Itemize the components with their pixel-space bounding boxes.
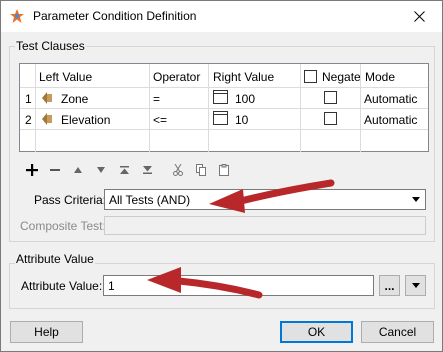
move-top-button[interactable] (115, 161, 133, 179)
attribute-value-label: Attribute Value: (21, 279, 103, 293)
move-up-button[interactable] (69, 161, 87, 179)
attribute-value-browse-button[interactable]: ... (379, 275, 400, 296)
pass-criteria-label: Pass Criteria: (34, 193, 107, 207)
column-header-negate[interactable]: Negate (322, 70, 361, 84)
text-editor-icon[interactable] (213, 90, 228, 104)
negate-all-checkbox[interactable] (304, 70, 317, 83)
composite-test-label: Composite Test: (20, 219, 106, 233)
ellipsis-label: ... (384, 278, 395, 293)
attribute-icon (42, 92, 52, 104)
pass-criteria-value: All Tests (AND) (109, 193, 191, 207)
cut-button[interactable] (169, 161, 187, 179)
chevron-down-icon (412, 197, 420, 202)
move-bottom-button[interactable] (138, 161, 156, 179)
column-header-mode[interactable]: Mode (365, 70, 395, 84)
attribute-value-text: 1 (108, 279, 115, 293)
right-value[interactable]: 10 (235, 113, 248, 127)
annotation-arrow-attribute-value (147, 267, 263, 299)
move-down-icon (97, 167, 105, 173)
negate-checkbox[interactable] (324, 91, 337, 104)
row-number: 1 (25, 92, 32, 106)
move-down-button[interactable] (92, 161, 110, 179)
clauses-table: Left Value Operator Right Value Negate M… (19, 63, 429, 152)
test-clauses-label: Test Clauses (15, 39, 86, 53)
row-number: 2 (25, 113, 32, 127)
operator[interactable]: <= (153, 113, 167, 127)
help-button[interactable]: Help (10, 321, 83, 343)
attribute-icon (42, 113, 52, 125)
chevron-down-icon (411, 283, 420, 288)
ok-button[interactable]: OK (280, 321, 353, 343)
annotation-arrow-pass-criteria (209, 179, 335, 213)
attribute-value-menu-button[interactable] (405, 275, 426, 296)
remove-icon (50, 169, 60, 171)
close-icon (414, 10, 425, 22)
add-icon (26, 164, 38, 176)
negate-checkbox[interactable] (324, 112, 337, 125)
column-header-right-value[interactable]: Right Value (213, 70, 274, 84)
composite-test-field (104, 216, 426, 235)
attribute-value-group-label: Attribute Value (15, 252, 95, 266)
remove-button[interactable] (46, 161, 64, 179)
dialog-window: Parameter Condition Definition Test Clau… (0, 0, 443, 352)
text-editor-icon[interactable] (213, 111, 228, 125)
app-icon (10, 9, 24, 23)
column-header-left-value[interactable]: Left Value (39, 70, 92, 84)
operator[interactable]: = (153, 92, 160, 106)
help-button-label: Help (34, 325, 59, 339)
window-title: Parameter Condition Definition (33, 9, 197, 23)
move-top-icon (119, 166, 129, 174)
right-value[interactable]: 100 (235, 92, 255, 106)
cut-icon (173, 164, 183, 176)
cancel-button[interactable]: Cancel (361, 321, 434, 343)
column-header-operator[interactable]: Operator (153, 70, 200, 84)
mode[interactable]: Automatic (364, 92, 417, 106)
move-up-icon (74, 167, 82, 173)
ok-button-label: OK (307, 325, 326, 339)
mode[interactable]: Automatic (364, 113, 417, 127)
move-bottom-icon (142, 166, 152, 174)
left-value[interactable]: Elevation (61, 113, 110, 127)
left-value[interactable]: Zone (61, 92, 88, 106)
add-button[interactable] (23, 161, 41, 179)
close-button[interactable] (397, 1, 442, 31)
title-bar: Parameter Condition Definition (1, 1, 442, 32)
cancel-button-label: Cancel (378, 325, 417, 339)
